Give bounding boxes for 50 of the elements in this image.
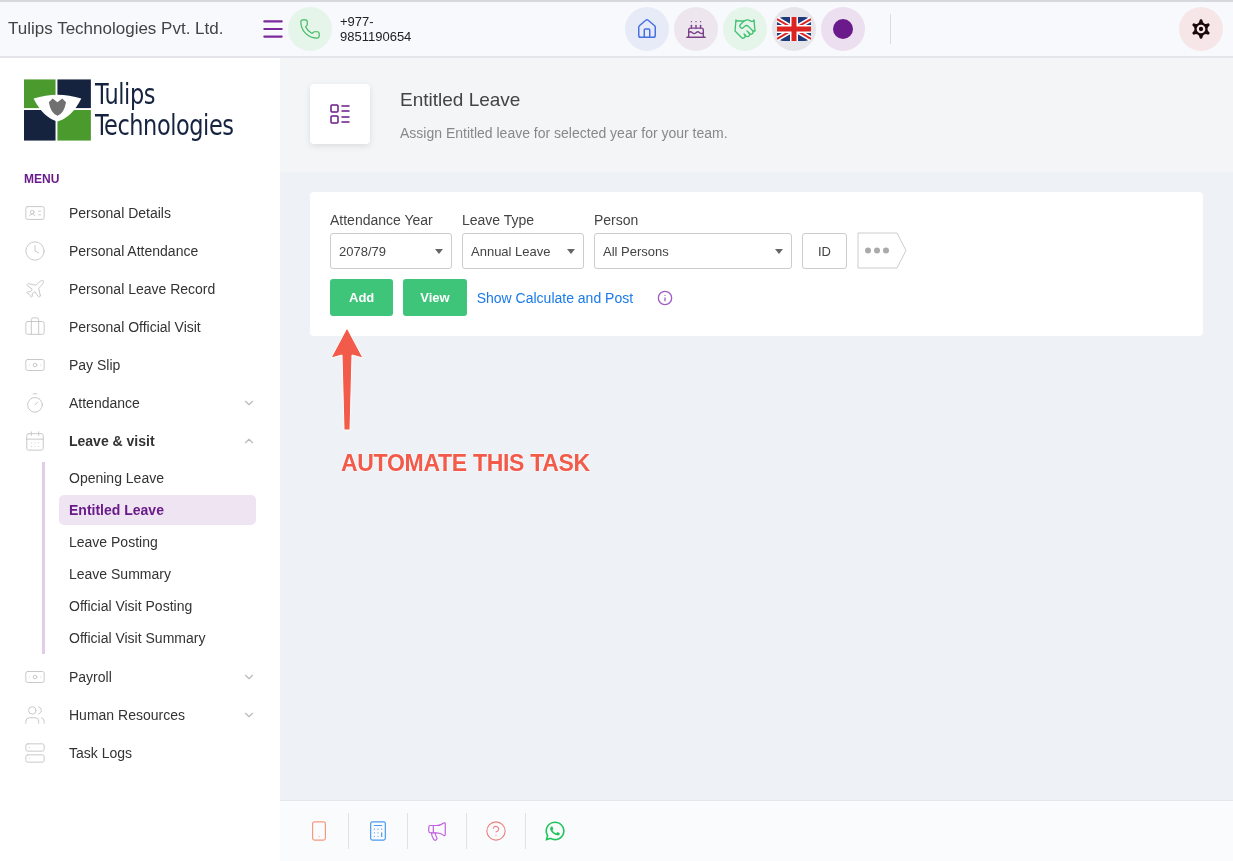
sidebar-item[interactable]: Payroll bbox=[24, 658, 256, 696]
menu-item-icon bbox=[24, 278, 46, 300]
company-name: Tulips Technologies Pvt. Ltd. bbox=[8, 19, 225, 39]
field-label: Attendance Year bbox=[330, 212, 434, 228]
sidebar-item[interactable]: Personal Official Visit bbox=[24, 308, 256, 346]
submenu-item[interactable]: Official Visit Summary bbox=[59, 623, 256, 653]
sidebar-item[interactable]: Task Logs bbox=[24, 734, 256, 772]
calculate-link[interactable]: Show Calculate and Post bbox=[476, 289, 634, 306]
sidebar-item[interactable]: Personal Details bbox=[24, 194, 256, 232]
menu-item-icon bbox=[24, 704, 46, 726]
submenu-item[interactable]: Leave Summary bbox=[59, 559, 256, 589]
more-button[interactable] bbox=[857, 232, 907, 269]
annotation-text: AUTOMATE THIS TASK bbox=[341, 450, 590, 477]
home-icon[interactable] bbox=[625, 7, 670, 51]
theme-button[interactable] bbox=[821, 7, 866, 51]
language-button[interactable] bbox=[772, 7, 817, 51]
page-subtitle: Assign Entitled leave for selected year for your team. bbox=[400, 125, 728, 141]
select-field[interactable]: All Persons bbox=[594, 233, 792, 269]
phone-number: +977- 9851190654 bbox=[340, 14, 412, 44]
page-title: Entitled Leave bbox=[400, 89, 522, 111]
select-field[interactable]: Annual Leave bbox=[462, 233, 584, 269]
menu-item-icon bbox=[24, 392, 46, 414]
field-label: Leave Type bbox=[462, 212, 536, 228]
cake-icon[interactable] bbox=[674, 7, 719, 51]
sidebar-item[interactable]: Personal Attendance bbox=[24, 232, 256, 270]
menu-heading: MENU bbox=[24, 172, 61, 186]
sidebar-item[interactable]: Personal Leave Record bbox=[24, 270, 256, 308]
logo-icon bbox=[24, 78, 91, 142]
sidebar-item[interactable]: Pay Slip bbox=[24, 346, 256, 384]
list-icon bbox=[310, 84, 370, 144]
info-icon[interactable] bbox=[657, 289, 674, 306]
submenu-item[interactable]: Official Visit Posting bbox=[59, 591, 256, 621]
menu-item-icon bbox=[24, 316, 46, 338]
menu-item-icon bbox=[24, 430, 46, 452]
select-field[interactable]: 2078/79 bbox=[330, 233, 452, 269]
id-button[interactable]: ID bbox=[802, 233, 847, 269]
menu-item-icon bbox=[24, 240, 46, 262]
settings-icon[interactable] bbox=[1179, 7, 1223, 51]
logo-text: Technologies bbox=[94, 110, 234, 141]
logo-text: Tulips bbox=[94, 79, 156, 110]
sidebar-item[interactable]: Human Resources bbox=[24, 696, 256, 734]
submenu-item[interactable]: Entitled Leave bbox=[59, 495, 256, 525]
field-label: Person bbox=[594, 212, 640, 228]
sidebar-item[interactable]: Leave & visit bbox=[24, 422, 256, 460]
dot-icon bbox=[833, 19, 854, 39]
submenu-item[interactable]: Leave Posting bbox=[59, 527, 256, 557]
flag-icon bbox=[777, 17, 812, 41]
sidebar-item[interactable]: Attendance bbox=[24, 384, 256, 422]
submenu-item[interactable]: Opening Leave bbox=[59, 463, 256, 493]
menu-item-icon bbox=[24, 742, 46, 764]
